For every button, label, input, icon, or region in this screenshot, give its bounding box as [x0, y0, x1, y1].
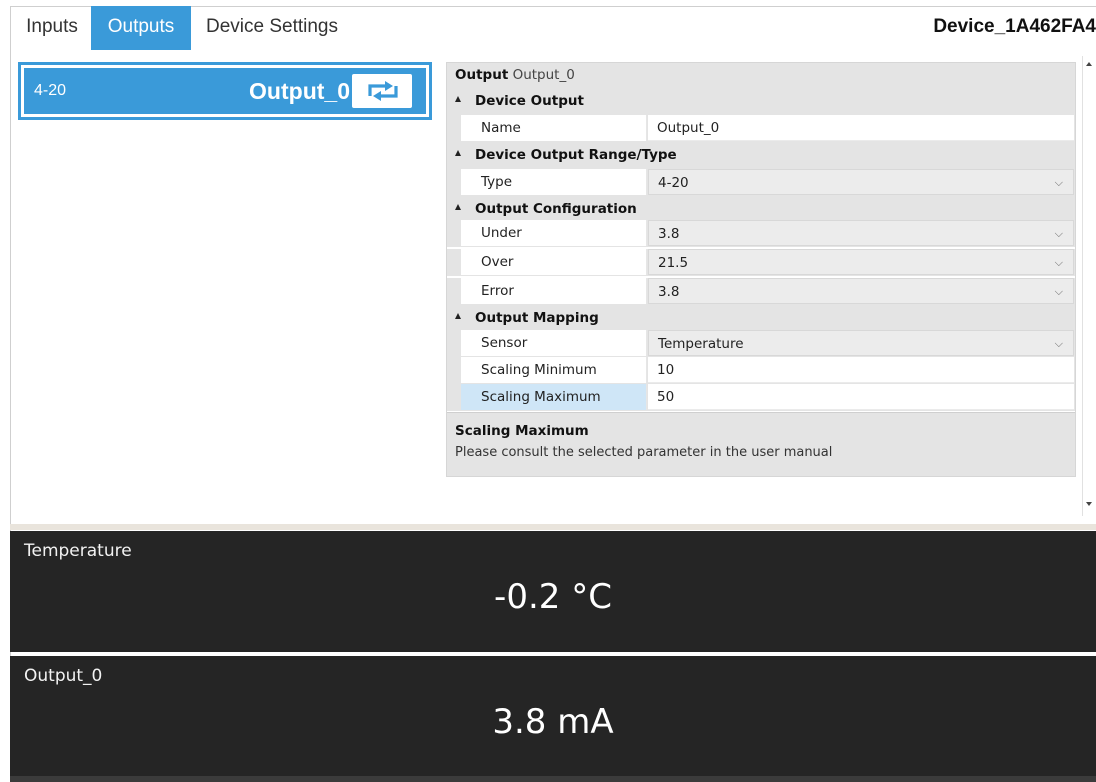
output-readout-panel: Output_0 3.8 mA — [10, 656, 1096, 778]
chevron-down-icon[interactable]: ⌵ — [1055, 250, 1063, 276]
property-label: Under — [461, 220, 647, 246]
tab-device-settings[interactable]: Device Settings — [192, 6, 352, 50]
property-label: Scaling Minimum — [461, 357, 647, 383]
readout-value: -0.2 °C — [494, 577, 612, 617]
property-row-scaling-minimum[interactable]: Scaling Minimum 10 — [447, 357, 1075, 384]
dropdown-value: 21.5 — [658, 255, 689, 271]
swap-output-button[interactable] — [352, 74, 412, 108]
device-name-label: Device_1A462FA4 — [933, 16, 1096, 37]
category-device-output[interactable]: Device Output — [447, 88, 1075, 115]
property-label: Sensor — [461, 330, 647, 356]
property-row-sensor[interactable]: Sensor Temperature ⌵ — [447, 330, 1075, 357]
error-dropdown[interactable]: 3.8 ⌵ — [648, 278, 1074, 304]
name-field[interactable]: Output_0 — [648, 115, 1074, 141]
dropdown-value: 4-20 — [658, 175, 689, 191]
category-title: Output Configuration — [475, 201, 637, 217]
category-title: Device Output Range/Type — [475, 147, 677, 163]
category-title: Output Mapping — [475, 310, 599, 326]
chevron-down-icon[interactable]: ⌵ — [1055, 221, 1063, 247]
category-title: Device Output — [475, 93, 584, 109]
status-strip — [10, 776, 1096, 782]
category-range-type[interactable]: Device Output Range/Type — [447, 142, 1075, 169]
collapse-triangle-icon[interactable] — [455, 96, 461, 102]
collapse-triangle-icon[interactable] — [455, 204, 461, 210]
tab-inputs[interactable]: Inputs — [14, 6, 90, 50]
category-output-mapping[interactable]: Output Mapping — [447, 305, 1075, 332]
under-dropdown[interactable]: 3.8 ⌵ — [648, 220, 1074, 246]
collapse-triangle-icon[interactable] — [455, 313, 461, 319]
dropdown-value: 3.8 — [658, 226, 680, 242]
description-title: Scaling Maximum — [455, 423, 589, 439]
category-output-configuration[interactable]: Output Configuration — [447, 196, 1075, 223]
scaling-minimum-field[interactable]: 10 — [648, 357, 1074, 383]
property-row-under[interactable]: Under 3.8 ⌵ — [447, 220, 1075, 247]
property-grid-header-label: Output — [455, 67, 509, 83]
property-row-error[interactable]: Error 3.8 ⌵ — [447, 278, 1075, 305]
scroll-down-arrow-icon[interactable] — [1086, 502, 1092, 506]
property-grid: Output Output_0 Device Output Name Outpu… — [446, 62, 1076, 477]
temperature-readout-panel: Temperature -0.2 °C — [10, 531, 1096, 652]
property-label: Type — [461, 169, 647, 195]
property-description-panel: Scaling Maximum Please consult the selec… — [447, 412, 1075, 476]
tab-bar: Inputs Outputs Device Settings Device_1A… — [10, 6, 1096, 50]
sensor-dropdown[interactable]: Temperature ⌵ — [648, 330, 1074, 356]
property-row-type[interactable]: Type 4-20 ⌵ — [447, 169, 1075, 196]
over-dropdown[interactable]: 21.5 ⌵ — [648, 249, 1074, 275]
output-list-item-body: 4-20 Output_0 — [24, 68, 426, 114]
chevron-down-icon[interactable]: ⌵ — [1055, 170, 1063, 196]
panel-splitter[interactable] — [10, 524, 1096, 530]
dropdown-value: Temperature — [658, 336, 744, 352]
property-label: Name — [461, 115, 647, 141]
scroll-up-arrow-icon[interactable] — [1086, 62, 1092, 66]
property-row-scaling-maximum[interactable]: Scaling Maximum 50 — [447, 384, 1075, 411]
output-name-label: Output_0 — [249, 78, 350, 104]
output-list-item[interactable]: 4-20 Output_0 — [18, 62, 432, 120]
scaling-maximum-field[interactable]: 50 — [648, 384, 1074, 410]
readout-title: Output_0 — [24, 666, 103, 686]
chevron-down-icon[interactable]: ⌵ — [1055, 279, 1063, 305]
property-grid-header-value: Output_0 — [512, 67, 575, 83]
tab-outputs[interactable]: Outputs — [91, 6, 191, 50]
property-row-over[interactable]: Over 21.5 ⌵ — [447, 249, 1075, 276]
vertical-scrollbar[interactable] — [1082, 56, 1096, 516]
description-text: Please consult the selected parameter in… — [455, 445, 833, 460]
property-label-selected: Scaling Maximum — [461, 384, 647, 410]
property-label: Over — [461, 249, 647, 275]
type-dropdown[interactable]: 4-20 ⌵ — [648, 169, 1074, 195]
property-grid-header: Output Output_0 — [447, 63, 1075, 88]
readout-value: 3.8 mA — [492, 702, 614, 742]
swap-icon — [368, 81, 398, 101]
dropdown-value: 3.8 — [658, 284, 680, 300]
readout-title: Temperature — [24, 541, 132, 561]
output-range-label: 4-20 — [34, 82, 67, 99]
collapse-triangle-icon[interactable] — [455, 150, 461, 156]
property-row-name[interactable]: Name Output_0 — [447, 115, 1075, 142]
chevron-down-icon[interactable]: ⌵ — [1055, 331, 1063, 357]
property-label: Error — [461, 278, 647, 304]
